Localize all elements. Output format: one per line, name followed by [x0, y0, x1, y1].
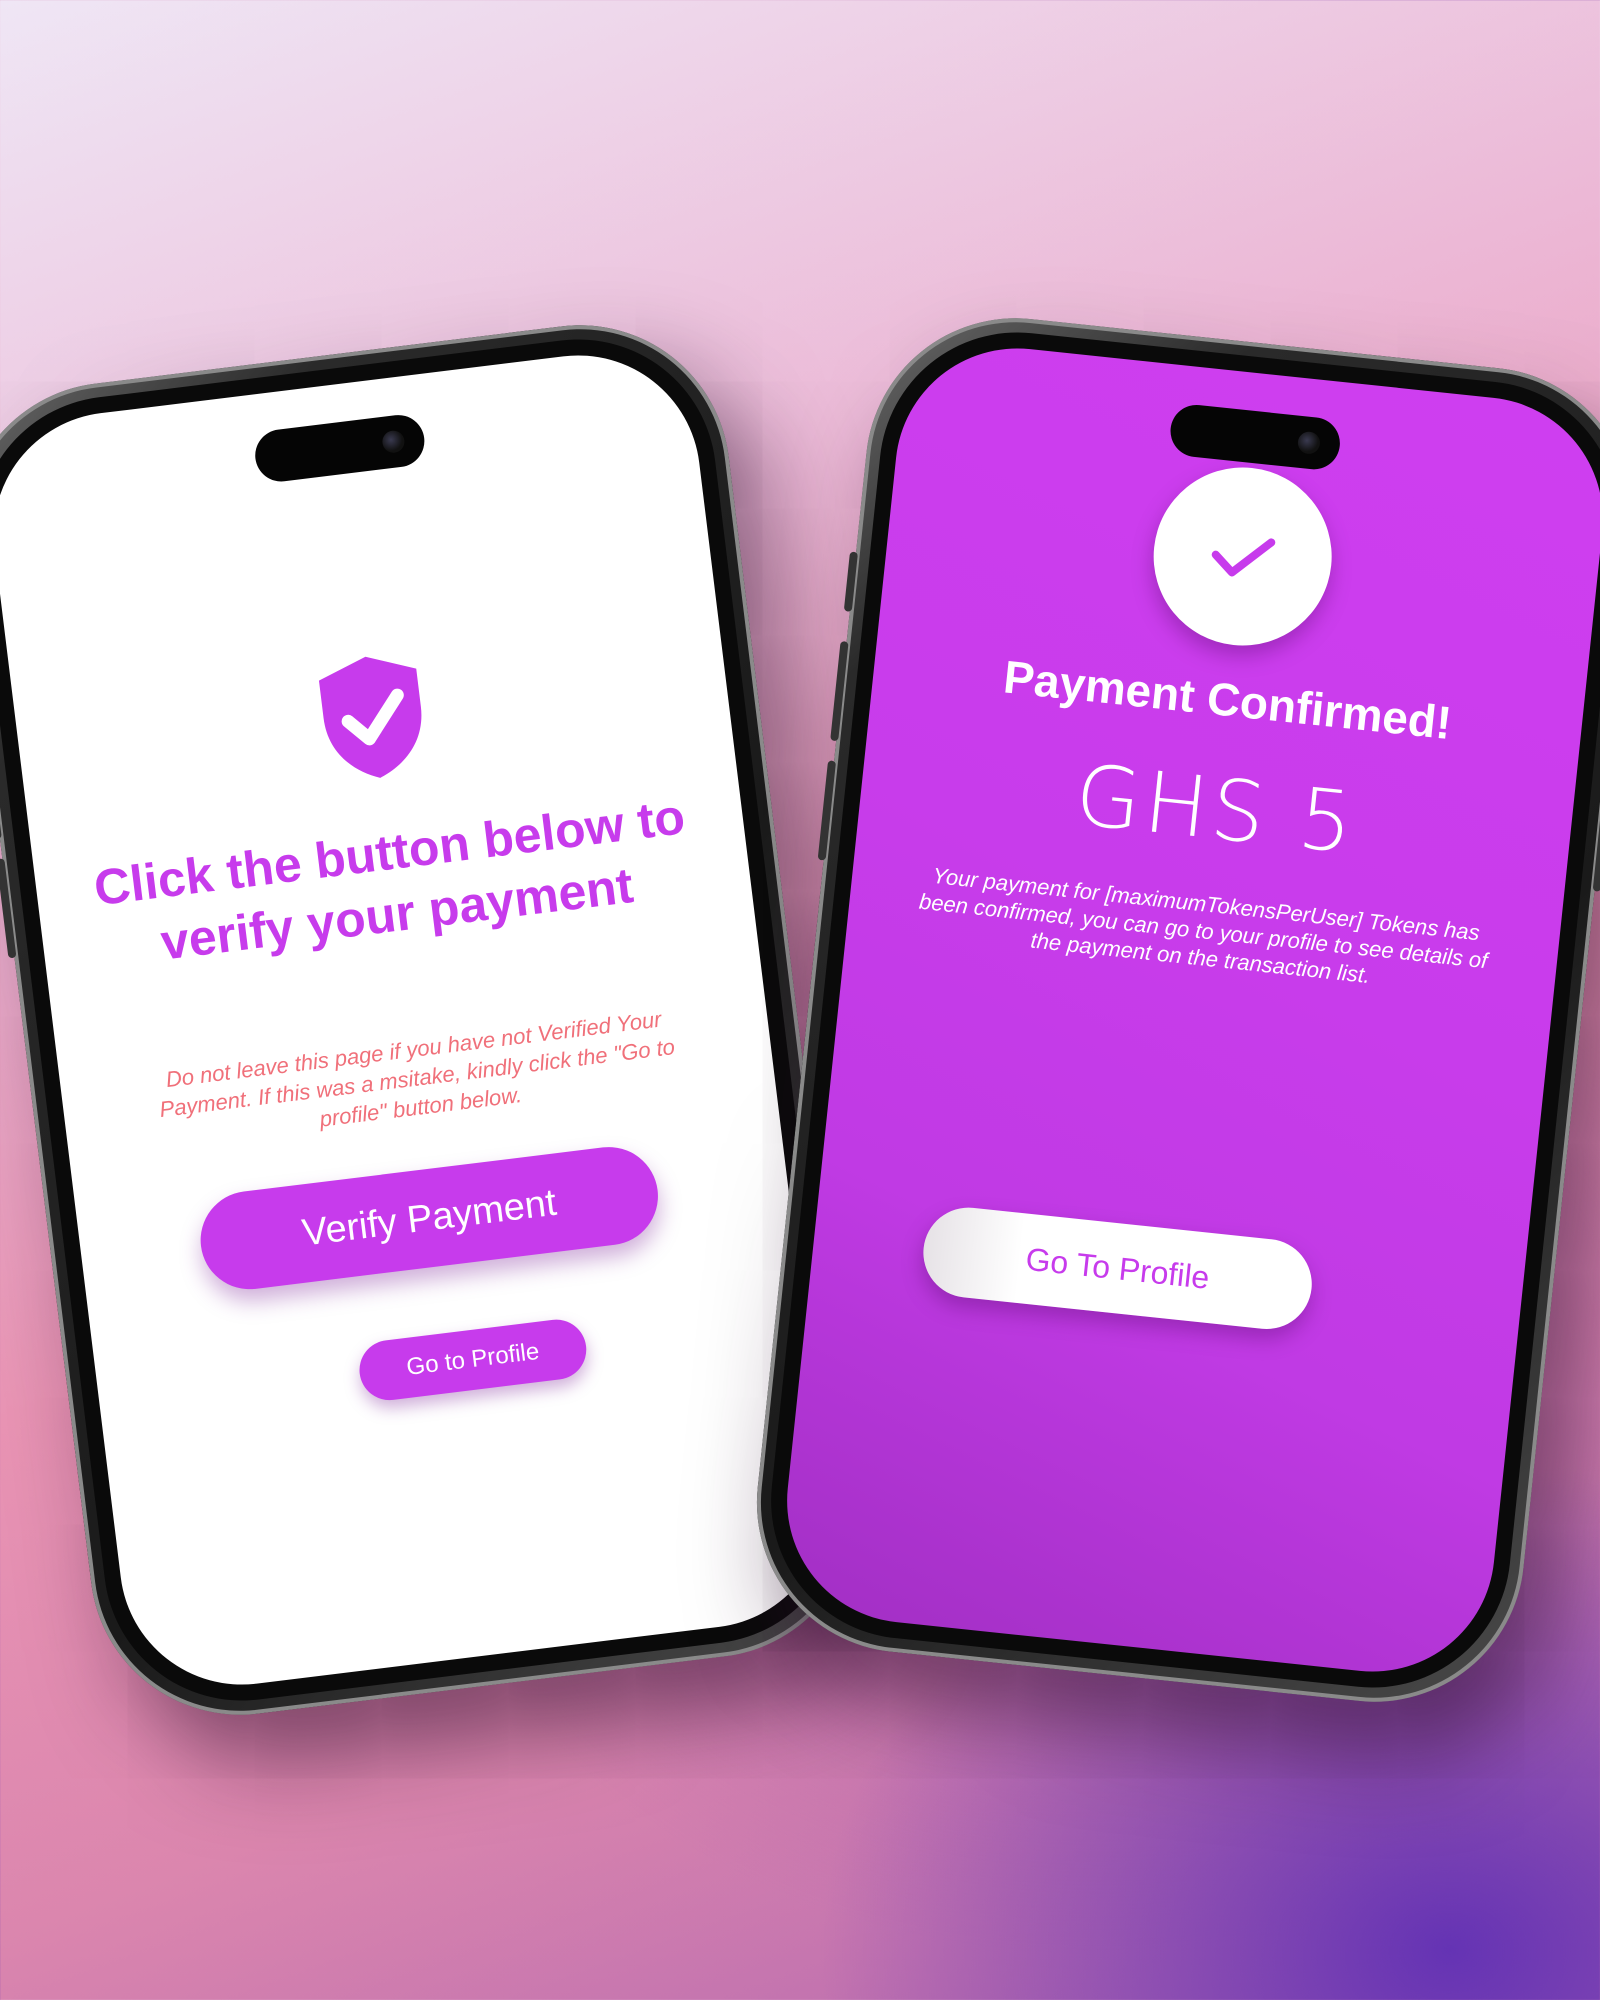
confirmation-message: Your payment for [maximumTokensPerUser] … — [918, 862, 1489, 989]
volume-down-button — [817, 760, 837, 861]
camera-icon — [381, 429, 406, 454]
phone-verify-screen: Click the button below to verify your pa… — [0, 308, 874, 1732]
verify-heading: Click the button below to verify your pa… — [90, 788, 688, 971]
app-showcase: { "colors": { "accent": "#c73bec", "warn… — [0, 0, 1600, 2000]
phone-confirmed-screen: Payment Confirmed! GHS 5 Your payment fo… — [742, 303, 1600, 1717]
camera-icon — [1296, 430, 1322, 455]
mute-switch — [843, 551, 859, 612]
volume-down-button — [0, 858, 17, 959]
volume-up-button — [0, 739, 2, 840]
go-to-profile-button[interactable]: Go To Profile — [918, 1203, 1317, 1334]
dynamic-island — [252, 412, 428, 485]
power-button — [1592, 741, 1600, 892]
verify-payment-screen: Click the button below to verify your pa… — [0, 341, 841, 1699]
verify-payment-button[interactable]: Verify Payment — [195, 1141, 664, 1295]
payment-confirmed-screen: Payment Confirmed! GHS 5 Your payment fo… — [775, 336, 1600, 1684]
shield-check-icon — [310, 646, 435, 788]
verify-warning-text: Do not leave this page if you have not V… — [158, 1006, 677, 1132]
checkmark-icon — [1211, 538, 1276, 577]
go-to-profile-button[interactable]: Go to Profile — [356, 1316, 590, 1404]
payment-amount: GHS 5 — [1070, 745, 1362, 873]
volume-up-button — [830, 640, 849, 742]
success-badge — [1144, 458, 1341, 655]
